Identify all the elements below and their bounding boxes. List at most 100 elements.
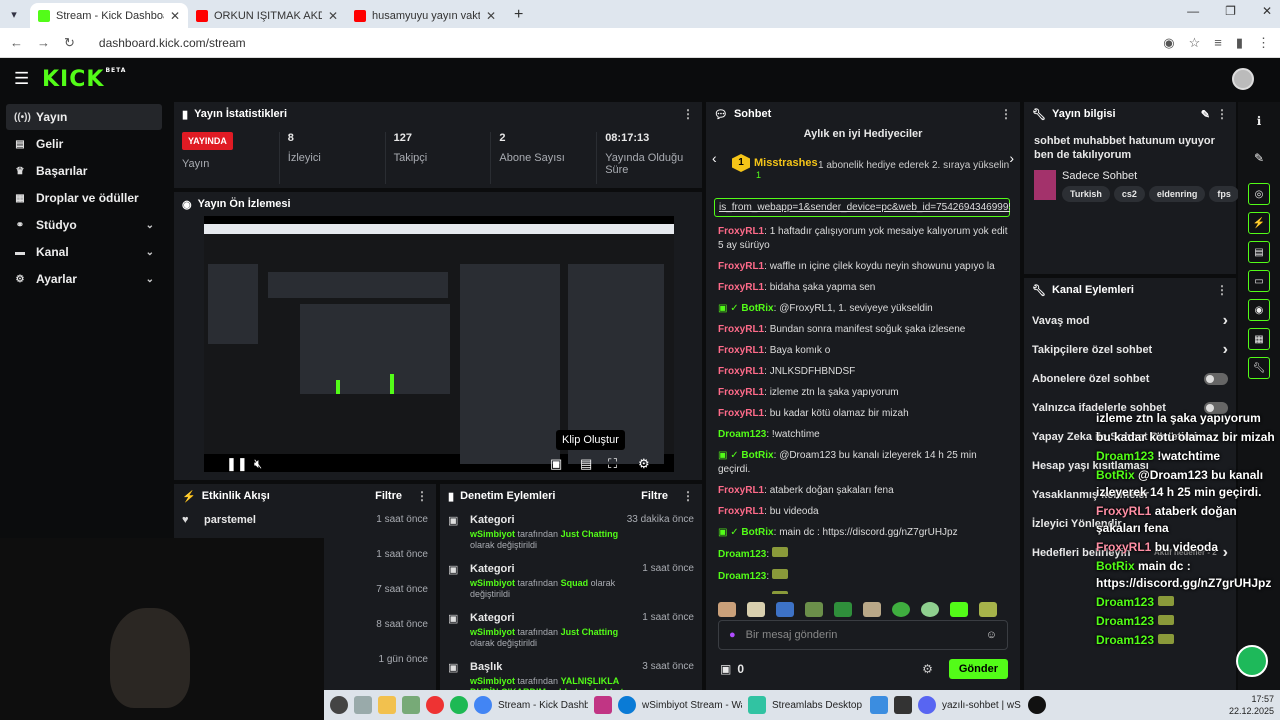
- tab-search-icon[interactable]: ▾: [2, 3, 26, 25]
- close-tab-icon[interactable]: ✕: [170, 9, 180, 23]
- emote-icon[interactable]: [776, 602, 794, 617]
- mic-icon[interactable]: ●: [729, 629, 736, 641]
- more-options-icon[interactable]: ⋮: [1216, 283, 1228, 297]
- sidebar-item-droplar[interactable]: ▦ Droplar ve ödüller: [6, 185, 162, 211]
- player-settings-icon[interactable]: ⚙: [638, 456, 650, 472]
- close-tab-icon[interactable]: ✕: [328, 9, 338, 23]
- minimize-icon[interactable]: —: [1187, 4, 1199, 18]
- chat-username[interactable]: FroxyRL1: [718, 261, 764, 272]
- chat-icon[interactable]: ▭: [1248, 270, 1270, 292]
- clip-icon[interactable]: ▤: [580, 456, 592, 472]
- chevron-right-icon[interactable]: ›: [1009, 150, 1014, 166]
- streamlabs-icon[interactable]: [748, 696, 766, 714]
- sidebar-item-ayarlar[interactable]: ⚙ Ayarlar ⌄: [6, 266, 162, 292]
- chat-input[interactable]: ● Bir mesaj gönderin ☺: [718, 620, 1008, 650]
- browser-tab-youtube-1[interactable]: ORKUN IŞITMAK AKDENİZ BÖL ✕: [188, 3, 346, 28]
- toggle-switch[interactable]: [1204, 372, 1228, 385]
- chat-username[interactable]: BotRix: [741, 303, 773, 314]
- chat-username[interactable]: BotRix: [741, 450, 773, 461]
- browser-menu-icon[interactable]: ⋮: [1257, 35, 1270, 51]
- close-tab-icon[interactable]: ✕: [486, 9, 496, 23]
- chat-username[interactable]: FroxyRL1: [718, 226, 764, 237]
- filter-button[interactable]: Filtre: [375, 490, 402, 502]
- browser-tab-kick-dashboard[interactable]: Stream - Kick Dashboard ✕: [30, 3, 188, 28]
- app-icon[interactable]: [354, 696, 372, 714]
- mute-icon[interactable]: 🔇︎: [254, 456, 262, 472]
- more-options-icon[interactable]: ⋮: [682, 489, 694, 503]
- eye-off-icon[interactable]: ◉: [1163, 35, 1174, 51]
- chat-username[interactable]: FroxyRL1: [718, 345, 764, 356]
- sidebar-item-studyo[interactable]: ⚭ Stüdyo ⌄: [6, 212, 162, 238]
- emote-icon[interactable]: [979, 602, 997, 617]
- send-button[interactable]: Gönder: [948, 659, 1008, 679]
- chat-username[interactable]: FroxyRL1: [718, 282, 764, 293]
- media-icon[interactable]: ≡: [1214, 35, 1222, 50]
- hamburger-menu-icon[interactable]: ☰: [14, 69, 36, 89]
- emote-icon[interactable]: [921, 602, 939, 617]
- chat-username[interactable]: BotRix: [741, 527, 773, 538]
- sidebar-item-basarilar[interactable]: ♛ Başarılar: [6, 158, 162, 184]
- chevron-right-icon[interactable]: ›: [1223, 312, 1228, 330]
- new-tab-icon[interactable]: +: [504, 6, 533, 28]
- channel-action-item[interactable]: Takipçilere özel sohbet ›: [1024, 335, 1236, 364]
- channel-action-item[interactable]: Abonelere özel sohbet: [1024, 364, 1236, 393]
- sidebar-item-yayin[interactable]: ((•)) Yayın: [6, 104, 162, 130]
- more-options-icon[interactable]: ⋮: [1216, 107, 1228, 121]
- fullscreen-icon[interactable]: ⛶: [608, 456, 617, 472]
- user-avatar[interactable]: [1232, 68, 1254, 90]
- pause-icon[interactable]: ❚❚: [226, 456, 248, 472]
- chat-username[interactable]: Droam123: [718, 571, 766, 582]
- chat-username[interactable]: Droam123: [718, 593, 766, 594]
- emote-icon[interactable]: [718, 602, 736, 617]
- emoji-icon[interactable]: ☺: [986, 629, 997, 641]
- bolt-icon[interactable]: ⚡: [1248, 212, 1270, 234]
- forward-icon[interactable]: →: [37, 35, 50, 50]
- spotify-icon[interactable]: [450, 696, 468, 714]
- discord-icon[interactable]: [918, 696, 936, 714]
- bookmark-star-icon[interactable]: ☆: [1189, 35, 1201, 51]
- chat-settings-icon[interactable]: ⚙: [922, 662, 933, 676]
- more-options-icon[interactable]: ⋮: [416, 489, 428, 503]
- chevron-right-icon[interactable]: ›: [1223, 341, 1228, 359]
- chat-username[interactable]: FroxyRL1: [718, 506, 764, 517]
- target-icon[interactable]: ◎: [1248, 183, 1270, 205]
- instagram-icon[interactable]: [594, 696, 612, 714]
- wrench-icon[interactable]: 🔧︎: [1248, 357, 1270, 379]
- reload-icon[interactable]: ↻: [64, 35, 75, 51]
- close-window-icon[interactable]: ✕: [1262, 4, 1272, 18]
- taskbar-item-label[interactable]: Streamlabs Desktop: [772, 700, 864, 711]
- app-icon[interactable]: [402, 696, 420, 714]
- emote-icon[interactable]: [747, 602, 765, 617]
- system-clock[interactable]: 17:57 22.12.2025: [1229, 693, 1274, 717]
- emote-icon[interactable]: [950, 602, 968, 617]
- emote-icon[interactable]: [834, 602, 852, 617]
- chevron-left-icon[interactable]: ‹: [712, 150, 717, 166]
- extension-icon[interactable]: ▮: [1236, 35, 1243, 51]
- sidebar-item-gelir[interactable]: ▤ Gelir: [6, 131, 162, 157]
- chat-username[interactable]: FroxyRL1: [718, 485, 764, 496]
- layout-icon[interactable]: ▦: [1248, 328, 1270, 350]
- url-field[interactable]: dashboard.kick.com/stream: [99, 36, 1149, 50]
- chat-username[interactable]: FroxyRL1: [718, 408, 764, 419]
- chat-username[interactable]: Droam123: [718, 549, 766, 560]
- filter-button[interactable]: Filtre: [641, 490, 668, 502]
- chat-username[interactable]: FroxyRL1: [718, 324, 764, 335]
- chat-username[interactable]: FroxyRL1: [718, 387, 764, 398]
- edit-pencil-icon[interactable]: ✎: [1201, 108, 1210, 121]
- chrome-icon[interactable]: [474, 696, 492, 714]
- sidebar-item-kanal[interactable]: ▬ Kanal ⌄: [6, 239, 162, 265]
- broadcast-icon[interactable]: ◉: [1248, 299, 1270, 321]
- app-icon[interactable]: [894, 696, 912, 714]
- taskbar-item-label[interactable]: wSimbiyot Stream - Wa: [642, 700, 742, 711]
- edge-icon[interactable]: [618, 696, 636, 714]
- back-icon[interactable]: ←: [10, 35, 23, 50]
- info-icon[interactable]: ℹ: [1238, 102, 1280, 139]
- emote-icon[interactable]: [863, 602, 881, 617]
- maximize-icon[interactable]: ❐: [1225, 4, 1236, 18]
- support-fab-icon[interactable]: [1236, 645, 1268, 677]
- channel-action-item[interactable]: Vavaş mod ›: [1024, 306, 1236, 335]
- more-options-icon[interactable]: ⋮: [682, 107, 694, 121]
- taskbar-item-label[interactable]: yazılı-sohbet | wS: [942, 700, 1022, 711]
- chat-link[interactable]: is_from_webapp=1&sender_device=pc&web_id…: [714, 198, 1010, 217]
- document-icon[interactable]: ▤: [1248, 241, 1270, 263]
